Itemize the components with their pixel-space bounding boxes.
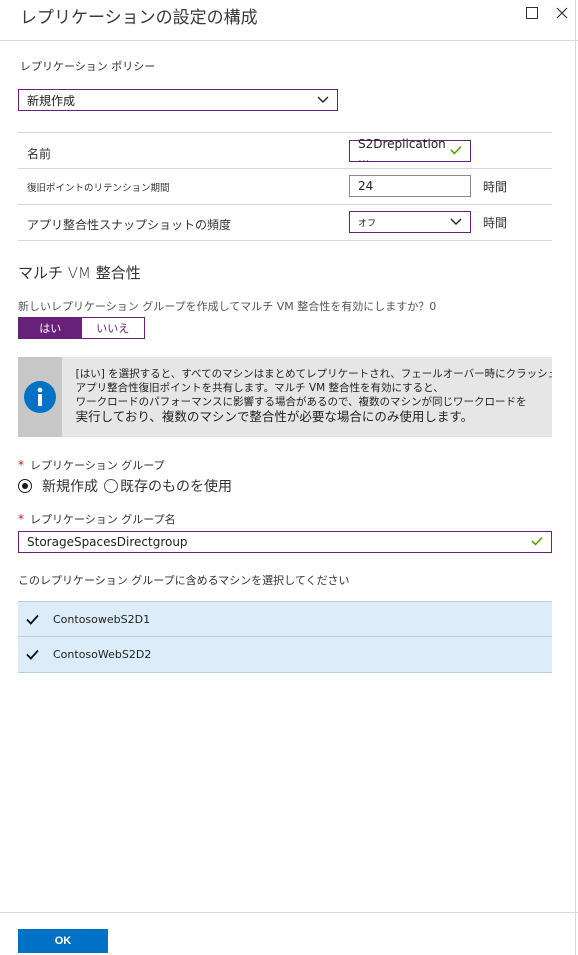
info-icon-area bbox=[18, 357, 62, 437]
snapshot-select-value: オフ bbox=[358, 218, 377, 229]
multivm-toggle: はい いいえ bbox=[18, 317, 145, 339]
snapshot-select[interactable]: オフ bbox=[349, 211, 471, 233]
info-line: アプリ整合性復旧ポイントを共有します。マルチ VM 整合性を有効にすると、 bbox=[75, 382, 444, 394]
info-line: 実行しており、複数のマシンで整合性が必要な場合にのみ使用します。 bbox=[75, 409, 474, 424]
radio-new-label[interactable]: 新規作成 bbox=[42, 476, 98, 496]
snapshot-label: アプリ整合性スナップショットの頻度 bbox=[27, 218, 232, 232]
radio-existing[interactable] bbox=[104, 479, 118, 493]
radio-existing-label[interactable]: 既存のものを使用 bbox=[120, 476, 232, 496]
toggle-no[interactable]: いいえ bbox=[81, 318, 144, 338]
group-name-value: StorageSpacesDirectgroup bbox=[27, 535, 188, 549]
group-name-field[interactable]: StorageSpacesDirectgroup bbox=[18, 531, 552, 553]
valid-check-icon bbox=[450, 144, 462, 158]
name-field-value: S2Dreplication ... bbox=[358, 137, 446, 165]
maximize-icon[interactable] bbox=[522, 3, 542, 23]
multivm-title: マルチ VM 整合性 bbox=[18, 264, 141, 282]
checkbox-checked-icon[interactable] bbox=[26, 648, 39, 661]
toggle-yes[interactable]: はい bbox=[19, 318, 82, 338]
machine-name: ContosowebS2D1 bbox=[53, 612, 151, 626]
group-name-label-row: * レプリケーション グループ名 bbox=[18, 511, 176, 527]
machine-name: ContosoWebS2D2 bbox=[53, 648, 152, 661]
snapshot-unit: 時間 bbox=[483, 216, 508, 230]
info-text: [はい] を選択すると、すべてのマシンはまとめてレプリケートされ、フェールオーバ… bbox=[62, 357, 552, 437]
radio-new[interactable] bbox=[18, 479, 32, 493]
settings-divider bbox=[18, 132, 552, 133]
settings-divider bbox=[18, 204, 552, 205]
name-field[interactable]: S2Dreplication ... bbox=[349, 137, 471, 165]
multivm-question: 新しいレプリケーション グループを作成してマルチ VM 整合性を有効にしますか？… bbox=[18, 300, 437, 313]
policy-select-value: 新規作成 bbox=[27, 93, 76, 108]
name-label: 名前 bbox=[27, 147, 52, 161]
valid-check-icon bbox=[531, 535, 543, 549]
machines-label: このレプリケーション グループに含めるマシンを選択してください bbox=[18, 574, 350, 587]
retention-input[interactable]: 24 bbox=[349, 175, 471, 197]
group-name-label: レプリケーション グループ名 bbox=[30, 513, 176, 526]
machine-row[interactable]: ContosowebS2D1 bbox=[18, 601, 552, 637]
info-line: ワークロードのパフォーマンスに影響する場合があるので、複数のマシンが同じワークロ… bbox=[75, 396, 527, 408]
panel-border bbox=[575, 0, 576, 955]
info-line: [はい] を選択すると、すべてのマシンはまとめてレプリケートされ、フェールオーバ… bbox=[75, 368, 552, 380]
chevron-down-icon bbox=[317, 93, 329, 107]
close-icon[interactable] bbox=[552, 3, 572, 23]
retention-label: 復旧ポイントのリテンション期間 bbox=[27, 183, 170, 194]
info-icon bbox=[23, 381, 56, 413]
policy-label: レプリケーション ポリシー bbox=[20, 60, 156, 73]
footer-divider bbox=[0, 912, 578, 913]
retention-unit: 時間 bbox=[483, 180, 508, 194]
settings-divider bbox=[18, 168, 552, 169]
settings-divider bbox=[18, 240, 552, 241]
group-label: レプリケーション グループ bbox=[30, 459, 165, 472]
ok-button[interactable]: OK bbox=[18, 929, 108, 953]
group-radio-row: 新規作成 既存のものを使用 bbox=[18, 476, 232, 496]
machine-row[interactable]: ContosoWebS2D2 bbox=[18, 637, 552, 673]
required-asterisk: * bbox=[18, 458, 24, 472]
policy-select[interactable]: 新規作成 bbox=[18, 89, 338, 111]
checkbox-checked-icon[interactable] bbox=[26, 613, 39, 626]
chevron-down-icon bbox=[450, 215, 462, 229]
info-box: [はい] を選択すると、すべてのマシンはまとめてレプリケートされ、フェールオーバ… bbox=[18, 357, 552, 437]
panel-title: レプリケーションの設定の構成 bbox=[20, 8, 258, 28]
group-label-row: * レプリケーション グループ bbox=[18, 457, 165, 473]
header-divider bbox=[0, 40, 578, 41]
required-asterisk: * bbox=[18, 512, 24, 526]
retention-value: 24 bbox=[358, 179, 374, 193]
